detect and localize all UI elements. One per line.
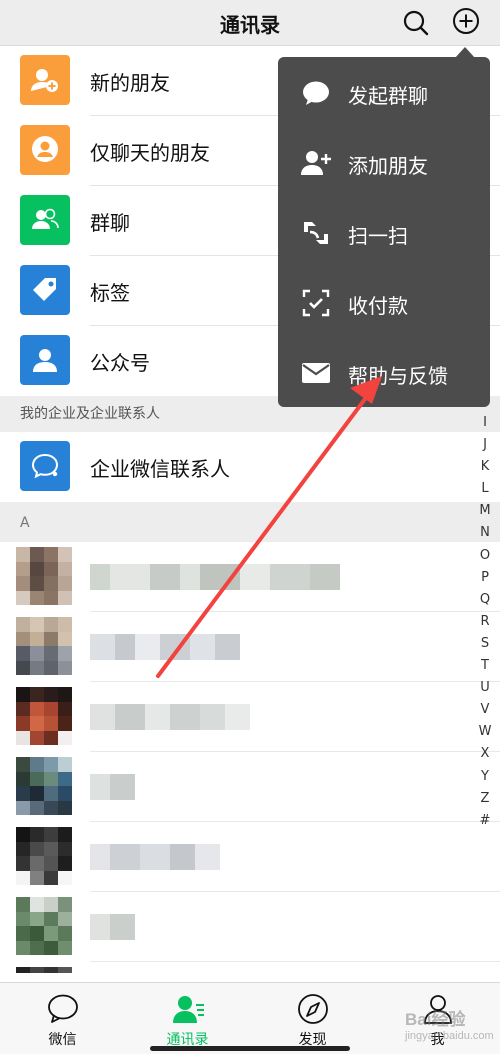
contacts-icon bbox=[172, 996, 204, 1023]
contact-avatar bbox=[16, 617, 72, 675]
menu-item-label: 发起群聊 bbox=[348, 84, 428, 108]
alpha-index-letter[interactable]: R bbox=[474, 611, 496, 633]
search-icon[interactable] bbox=[401, 8, 431, 38]
group-chat-icon bbox=[20, 195, 70, 245]
menu-item-label: 帮助与反馈 bbox=[348, 364, 448, 388]
contact-row[interactable] bbox=[0, 892, 500, 962]
contact-name-pixelated bbox=[90, 774, 135, 800]
alpha-index-letter[interactable]: P bbox=[474, 567, 496, 589]
tab-discover[interactable]: 发现 bbox=[250, 983, 375, 1054]
contact-row[interactable] bbox=[0, 822, 500, 892]
contact-name-pixelated bbox=[90, 844, 220, 870]
menu-item-start-group-chat[interactable]: 发起群聊 bbox=[278, 57, 490, 127]
contact-name-pixelated bbox=[90, 564, 340, 590]
alpha-index-letter[interactable]: U bbox=[474, 677, 496, 699]
official-account-icon bbox=[20, 335, 70, 385]
watermark-sub: jingyan.baidu.com bbox=[405, 1030, 494, 1042]
row-label: 企业微信联系人 bbox=[90, 457, 230, 481]
watermark: Bai经验 jingyan.baidu.com bbox=[405, 1005, 494, 1042]
alpha-index-letter[interactable]: N bbox=[474, 522, 496, 544]
mail-icon bbox=[300, 357, 332, 389]
alpha-index-letter[interactable]: S bbox=[474, 633, 496, 655]
alpha-index-letter[interactable]: I bbox=[474, 412, 496, 434]
alpha-index-letter[interactable]: # bbox=[474, 810, 496, 832]
alpha-index-letter[interactable]: J bbox=[474, 434, 496, 456]
watermark-text: Bai经验 bbox=[405, 1010, 466, 1029]
contact-avatar bbox=[16, 757, 72, 815]
compass-icon bbox=[297, 994, 328, 1024]
menu-item-label: 添加朋友 bbox=[348, 154, 428, 178]
alpha-index-letter[interactable]: M bbox=[474, 500, 496, 522]
alpha-index-letter[interactable]: L bbox=[474, 478, 496, 500]
alphabet-index[interactable]: I J K L M N O P Q R S T U V W X Y Z # bbox=[474, 412, 496, 832]
contact-avatar bbox=[16, 687, 72, 745]
contact-row[interactable] bbox=[0, 682, 500, 752]
home-indicator bbox=[150, 1046, 350, 1051]
contact-row[interactable] bbox=[0, 752, 500, 822]
menu-item-scan[interactable]: 扫一扫 bbox=[278, 197, 490, 267]
chat-only-friend-icon bbox=[20, 125, 70, 175]
contact-avatar bbox=[16, 827, 72, 885]
alpha-index-letter[interactable]: W bbox=[474, 721, 496, 743]
popup-menu: 发起群聊 添加朋友 扫一扫 收付款 帮助与反馈 bbox=[278, 57, 490, 407]
chat-icon bbox=[47, 994, 78, 1023]
row-label: 群聊 bbox=[90, 211, 130, 235]
menu-item-money[interactable]: 收付款 bbox=[278, 267, 490, 337]
payment-icon bbox=[300, 287, 332, 319]
chat-bubble-icon bbox=[300, 77, 332, 109]
row-label: 仅聊天的朋友 bbox=[90, 141, 210, 165]
alpha-index-letter[interactable]: Z bbox=[474, 788, 496, 810]
menu-item-help-feedback[interactable]: 帮助与反馈 bbox=[278, 337, 490, 407]
row-label: 标签 bbox=[90, 281, 130, 305]
contact-name-pixelated bbox=[90, 634, 240, 660]
contact-name-pixelated bbox=[90, 914, 135, 940]
contact-avatar bbox=[16, 897, 72, 955]
add-friend-icon bbox=[20, 55, 70, 105]
alpha-index-letter[interactable]: O bbox=[474, 545, 496, 567]
contact-avatar bbox=[16, 547, 72, 605]
menu-item-label: 扫一扫 bbox=[348, 224, 408, 248]
section-letter-a: A bbox=[0, 502, 500, 542]
alpha-index-letter[interactable]: K bbox=[474, 456, 496, 478]
row-label: 公众号 bbox=[90, 351, 150, 375]
tab-contacts[interactable]: 通讯录 bbox=[125, 983, 250, 1054]
alpha-index-letter[interactable]: Y bbox=[474, 766, 496, 788]
row-label: 新的朋友 bbox=[90, 71, 170, 95]
row-wecom-contacts[interactable]: 企业微信联系人 bbox=[0, 432, 500, 502]
menu-item-add-friend[interactable]: 添加朋友 bbox=[278, 127, 490, 197]
contact-row[interactable] bbox=[0, 612, 500, 682]
contact-name-pixelated bbox=[90, 704, 250, 730]
tab-label: 微信 bbox=[48, 1032, 77, 1048]
menu-item-label: 收付款 bbox=[348, 294, 408, 318]
add-plus-icon[interactable] bbox=[451, 6, 481, 36]
tab-chats[interactable]: 微信 bbox=[0, 983, 125, 1054]
scan-icon bbox=[300, 217, 332, 249]
add-friend-icon bbox=[300, 147, 332, 179]
top-nav-bar: 通讯录 bbox=[0, 0, 500, 46]
alpha-index-letter[interactable]: X bbox=[474, 743, 496, 765]
alpha-index-letter[interactable]: V bbox=[474, 699, 496, 721]
alpha-index-letter[interactable]: Q bbox=[474, 589, 496, 611]
wecom-icon bbox=[20, 441, 70, 491]
contact-row[interactable] bbox=[0, 542, 500, 612]
tag-icon bbox=[20, 265, 70, 315]
alpha-index-letter[interactable]: T bbox=[474, 655, 496, 677]
